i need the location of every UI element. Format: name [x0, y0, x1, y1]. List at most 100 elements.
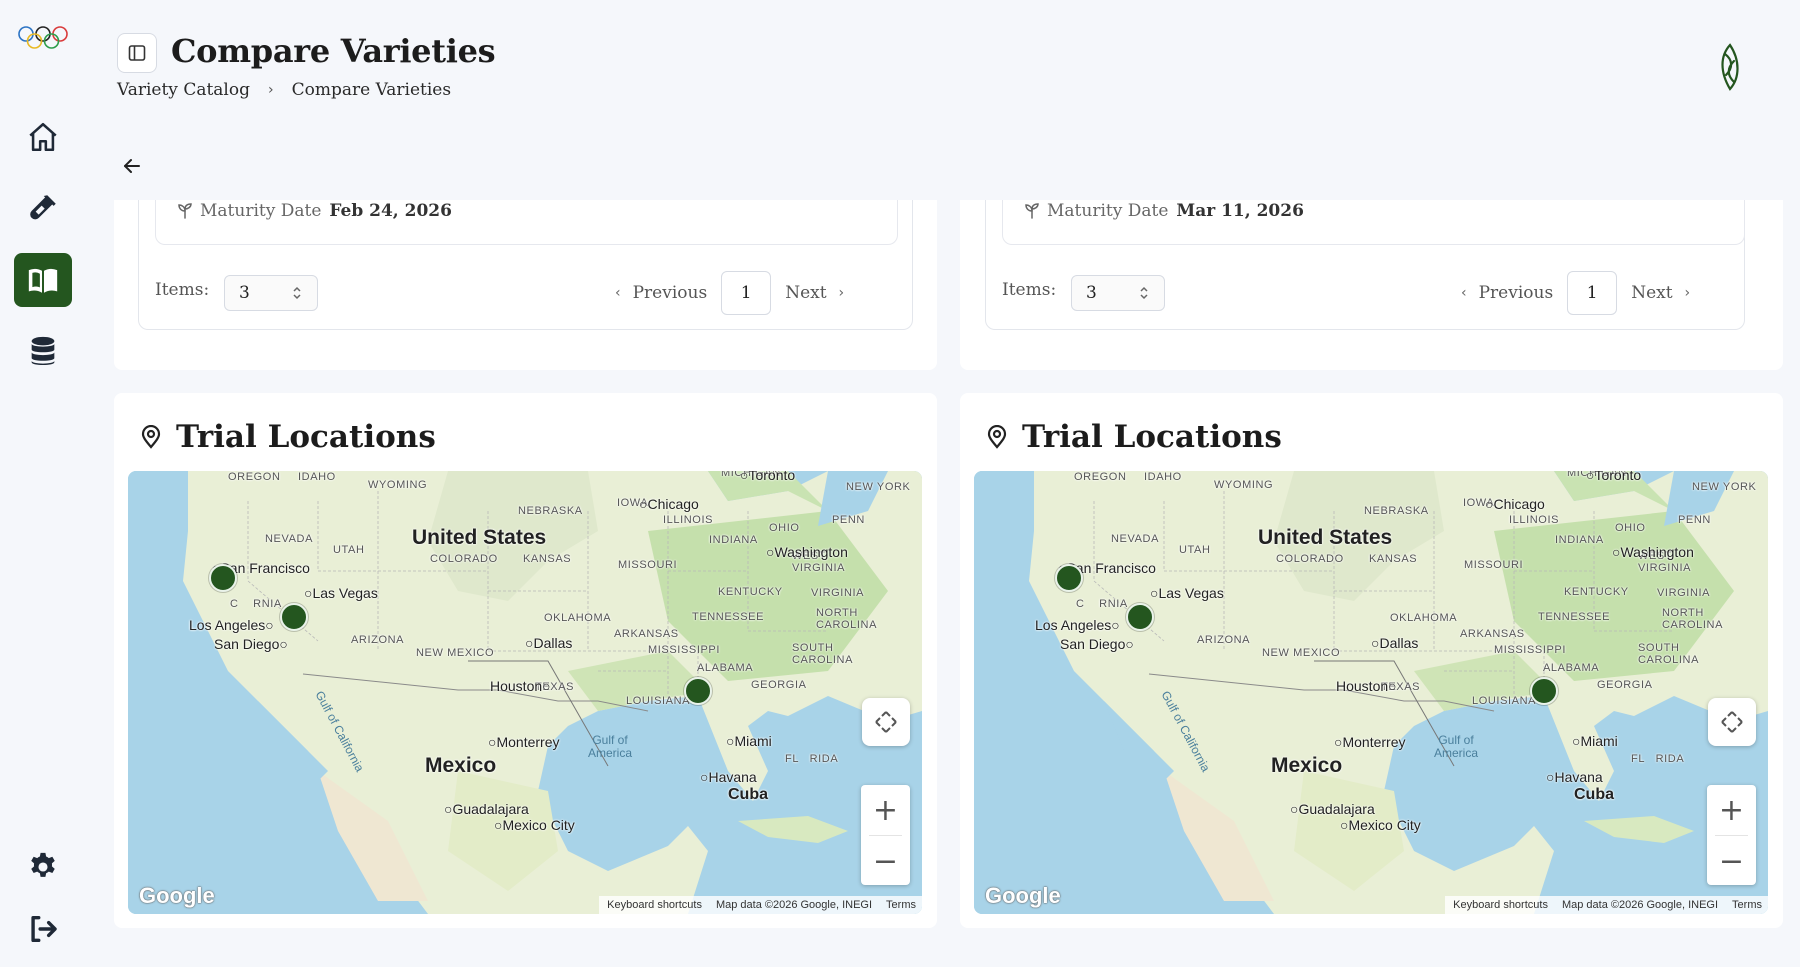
map-city-label: ○Guadalajara [444, 801, 529, 817]
map-state-label: ALABAMA [697, 662, 754, 674]
map-city-label: ○Havana [1546, 769, 1603, 785]
map-city-label: ○Washington [1612, 544, 1694, 560]
map-city-label: ○Havana [700, 769, 757, 785]
sidebar-toggle-button[interactable] [117, 33, 157, 73]
map-state-label: FL RIDA [785, 753, 839, 765]
test-tube-icon [30, 195, 56, 220]
map-state-label: OHIO [769, 522, 800, 534]
map-city-label: Los Angeles○ [1035, 617, 1120, 633]
pagination: ‹ Previous 1 Next › [601, 271, 858, 315]
trial-locations-title: Trial Locations [176, 419, 436, 455]
book-icon [28, 268, 58, 293]
trial-locations-map[interactable]: OREGON IDAHO WYOMING MICHIGAN NEW YORK NEBRAS… [974, 471, 1768, 914]
map-state-label: MISSOURI [1464, 559, 1524, 571]
keyboard-shortcuts-link[interactable]: Keyboard shortcuts [1453, 899, 1548, 911]
next-page-button[interactable]: Next › [771, 283, 858, 303]
breadcrumb-item-catalog[interactable]: Variety Catalog [117, 80, 250, 100]
map-marker-arizona-trial[interactable] [280, 603, 308, 631]
sidebar-item-logout[interactable] [14, 902, 72, 956]
map-marker-california-trial[interactable] [1055, 564, 1083, 592]
sprout-icon [178, 203, 192, 219]
map-state-label: FL RIDA [1631, 753, 1685, 765]
map-pin-icon [987, 425, 1007, 449]
gear-icon [31, 852, 55, 877]
map-state-label: WYOMING [1214, 479, 1274, 491]
chevron-right-icon: › [1684, 285, 1691, 301]
map-state-label: NEW YORK [1692, 481, 1757, 493]
breadcrumb: Variety Catalog › Compare Varieties [117, 80, 451, 100]
home-icon [29, 122, 57, 152]
terms-link[interactable]: Terms [886, 899, 916, 911]
items-per-page-value: 3 [1086, 283, 1097, 303]
map-state-label: OKLAHOMA [544, 612, 612, 624]
map-country-label: United States [412, 526, 547, 549]
trial-item-card: Maturity Date Feb 24, 2026 [155, 200, 898, 245]
map-city-label: ○Dallas [1371, 635, 1419, 651]
chevron-right-icon: › [838, 285, 845, 301]
items-per-page-select[interactable]: 3 [224, 275, 318, 311]
google-logo[interactable]: Google [985, 883, 1061, 909]
terms-link[interactable]: Terms [1732, 899, 1762, 911]
map-city-label: ○Chicago [1485, 496, 1545, 512]
map-state-label: TENNESSEE [1538, 611, 1611, 623]
map-state-label: KANSAS [523, 553, 572, 565]
map-state-label: GEORGIA [751, 679, 807, 691]
sidebar-item-trials[interactable] [14, 181, 72, 235]
sidebar-item-database[interactable] [14, 324, 72, 378]
map-marker-florida-trial[interactable] [684, 677, 712, 705]
map-marker-arizona-trial[interactable] [1126, 603, 1154, 631]
map-country-label: Mexico [1271, 754, 1343, 777]
map-state-label: NEVADA [1111, 533, 1160, 545]
map-state-label: C RNIA [230, 598, 282, 610]
fullscreen-button[interactable] [1708, 698, 1756, 746]
page-1-button[interactable]: 1 [721, 271, 772, 315]
map-state-label: INDIANA [1555, 534, 1604, 546]
map-state-label: MISSOURI [618, 559, 678, 571]
map-state-label: ARIZONA [1197, 634, 1251, 646]
map-state-label: ALABAMA [1543, 662, 1600, 674]
maturity-date-label: Maturity Date [200, 201, 322, 221]
map-state-label: SOUTH CAROLINA [792, 642, 854, 666]
zoom-in-button[interactable]: + [861, 785, 910, 835]
sidebar-item-home[interactable] [14, 110, 72, 164]
items-label: Items: [155, 280, 210, 300]
back-button[interactable] [118, 152, 146, 180]
map-marker-florida-trial[interactable] [1530, 677, 1558, 705]
map-marker-california-trial[interactable] [209, 564, 237, 592]
map-water-label: Gulf of America [588, 733, 633, 760]
previous-page-button[interactable]: ‹ Previous [601, 283, 721, 303]
sidebar-item-settings[interactable] [14, 840, 72, 894]
map-state-label: GEORGIA [1597, 679, 1653, 691]
page-1-button[interactable]: 1 [1567, 271, 1618, 315]
map-state-label: NEW MEXICO [1262, 647, 1341, 659]
breadcrumb-item-current: Compare Varieties [291, 80, 452, 100]
next-page-button[interactable]: Next › [1617, 283, 1704, 303]
map-state-label: NORTH CAROLINA [816, 607, 878, 631]
olympic-rings-logo [18, 26, 68, 49]
trial-locations-heading: Trial Locations [986, 419, 1282, 455]
map-city-label: ○Guadalajara [1290, 801, 1375, 817]
zoom-controls: + − [1707, 785, 1756, 885]
zoom-out-button[interactable]: − [861, 836, 910, 886]
chevron-left-icon: ‹ [1461, 285, 1467, 301]
map-country-label: Cuba [728, 786, 768, 803]
map-state-label: MISSISSIPPI [648, 644, 721, 656]
zoom-out-button[interactable]: − [1707, 836, 1756, 886]
items-per-page-select[interactable]: 3 [1071, 275, 1165, 311]
chevron-up-down-icon [293, 286, 301, 300]
zoom-in-button[interactable]: + [1707, 785, 1756, 835]
fullscreen-button[interactable] [862, 698, 910, 746]
map-city-label: ○Monterrey [488, 734, 560, 750]
map-city-label: San Diego○ [1060, 636, 1134, 652]
page-title: Compare Varieties [171, 32, 496, 70]
map-state-label: C RNIA [1076, 598, 1128, 610]
google-logo[interactable]: Google [139, 883, 215, 909]
map-city-label: Houston○ [490, 678, 551, 694]
sidebar-item-catalog[interactable] [14, 253, 72, 307]
trial-locations-map[interactable]: OREGON IDAHO WYOMING MICHIGAN NEW YORK NEBRAS… [128, 471, 922, 914]
database-icon [31, 336, 55, 365]
keyboard-shortcuts-link[interactable]: Keyboard shortcuts [607, 899, 702, 911]
previous-page-button[interactable]: ‹ Previous [1447, 283, 1567, 303]
map-state-label: LOUISIANA [1472, 695, 1537, 707]
map-city-label: Houston○ [1336, 678, 1397, 694]
